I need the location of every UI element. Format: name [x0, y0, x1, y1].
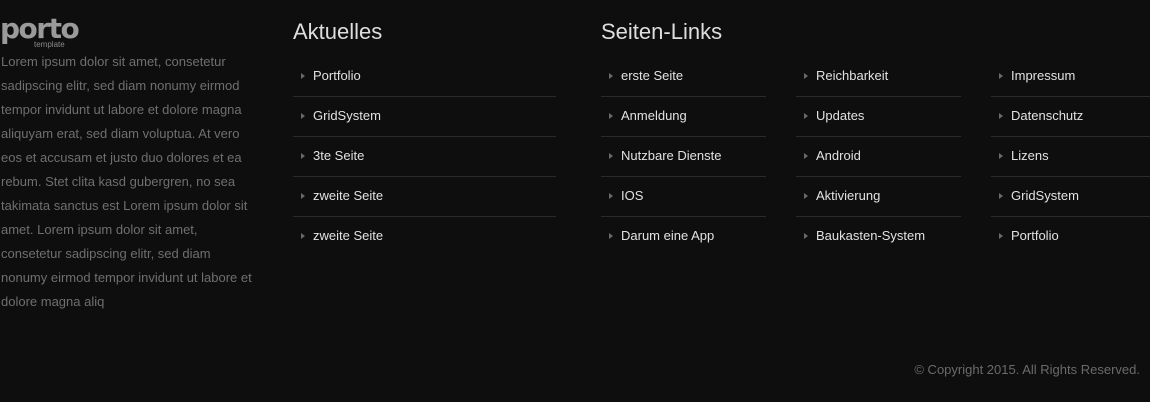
caret-right-icon — [609, 193, 613, 199]
seiten-link-item[interactable]: Lizens — [991, 137, 1150, 177]
link-label[interactable]: 3te Seite — [313, 148, 364, 164]
seiten-link-item[interactable]: Impressum — [991, 57, 1150, 97]
page-footer: porto template Lorem ipsum dolor sit ame… — [0, 0, 1150, 402]
caret-right-icon — [301, 113, 305, 119]
caret-right-icon — [804, 233, 808, 239]
caret-right-icon — [609, 113, 613, 119]
caret-right-icon — [999, 193, 1003, 199]
link-label[interactable]: Portfolio — [313, 68, 361, 84]
caret-right-icon — [804, 193, 808, 199]
link-label[interactable]: zweite Seite — [313, 228, 383, 244]
caret-right-icon — [609, 153, 613, 159]
aktuelles-item[interactable]: zweite Seite — [293, 177, 556, 217]
caret-right-icon — [301, 233, 305, 239]
caret-right-icon — [999, 233, 1003, 239]
link-label[interactable]: Portfolio — [1011, 228, 1059, 244]
aktuelles-item[interactable]: Portfolio — [293, 57, 556, 97]
seiten-link-item[interactable]: Anmeldung — [601, 97, 766, 137]
seiten-link-item[interactable]: Reichbarkeit — [796, 57, 961, 97]
logo-subtitle: template — [34, 40, 65, 49]
caret-right-icon — [804, 113, 808, 119]
aktuelles-item[interactable]: zweite Seite — [293, 217, 556, 256]
caret-right-icon — [999, 73, 1003, 79]
link-label[interactable]: Updates — [816, 108, 864, 124]
seiten-links-list-2: Reichbarkeit Updates Android Aktivierung… — [796, 57, 961, 256]
seiten-links-heading: Seiten-Links — [601, 19, 723, 44]
seiten-link-item[interactable]: Updates — [796, 97, 961, 137]
link-label[interactable]: Aktivierung — [816, 188, 880, 204]
aktuelles-item[interactable]: GridSystem — [293, 97, 556, 137]
aktuelles-list: Portfolio GridSystem 3te Seite zweite Se… — [293, 57, 556, 256]
seiten-link-item[interactable]: Aktivierung — [796, 177, 961, 217]
link-label[interactable]: Datenschutz — [1011, 108, 1083, 124]
caret-right-icon — [999, 153, 1003, 159]
copyright-text: © Copyright 2015. All Rights Reserved. — [914, 362, 1140, 377]
seiten-link-item[interactable]: Datenschutz — [991, 97, 1150, 137]
caret-right-icon — [301, 153, 305, 159]
link-label[interactable]: Reichbarkeit — [816, 68, 888, 84]
link-label[interactable]: Baukasten-System — [816, 228, 925, 244]
seiten-link-item[interactable]: Baukasten-System — [796, 217, 961, 256]
link-label[interactable]: Darum eine App — [621, 228, 714, 244]
seiten-link-item[interactable]: Nutzbare Dienste — [601, 137, 766, 177]
caret-right-icon — [301, 73, 305, 79]
caret-right-icon — [609, 73, 613, 79]
link-label[interactable]: GridSystem — [1011, 188, 1079, 204]
about-text: Lorem ipsum dolor sit amet, consetetur s… — [1, 54, 252, 309]
link-label[interactable]: Anmeldung — [621, 108, 687, 124]
seiten-link-item[interactable]: Portfolio — [991, 217, 1150, 256]
link-label[interactable]: Impressum — [1011, 68, 1075, 84]
seiten-link-item[interactable]: erste Seite — [601, 57, 766, 97]
seiten-links-list-1: erste Seite Anmeldung Nutzbare Dienste I… — [601, 57, 766, 256]
link-label[interactable]: zweite Seite — [313, 188, 383, 204]
seiten-link-item[interactable]: Darum eine App — [601, 217, 766, 256]
link-label[interactable]: Android — [816, 148, 861, 164]
aktuelles-heading: Aktuelles — [293, 19, 383, 44]
seiten-link-item[interactable]: Android — [796, 137, 961, 177]
caret-right-icon — [609, 233, 613, 239]
seiten-links-list-3: Impressum Datenschutz Lizens GridSystem … — [991, 57, 1150, 256]
seiten-link-item[interactable]: IOS — [601, 177, 766, 217]
caret-right-icon — [804, 153, 808, 159]
caret-right-icon — [301, 193, 305, 199]
link-label[interactable]: IOS — [621, 188, 643, 204]
aktuelles-item[interactable]: 3te Seite — [293, 137, 556, 177]
caret-right-icon — [999, 113, 1003, 119]
porto-logo[interactable]: porto template — [0, 14, 80, 50]
link-label[interactable]: Lizens — [1011, 148, 1049, 164]
caret-right-icon — [804, 73, 808, 79]
seiten-link-item[interactable]: GridSystem — [991, 177, 1150, 217]
link-label[interactable]: GridSystem — [313, 108, 381, 124]
link-label[interactable]: Nutzbare Dienste — [621, 148, 721, 164]
link-label[interactable]: erste Seite — [621, 68, 683, 84]
